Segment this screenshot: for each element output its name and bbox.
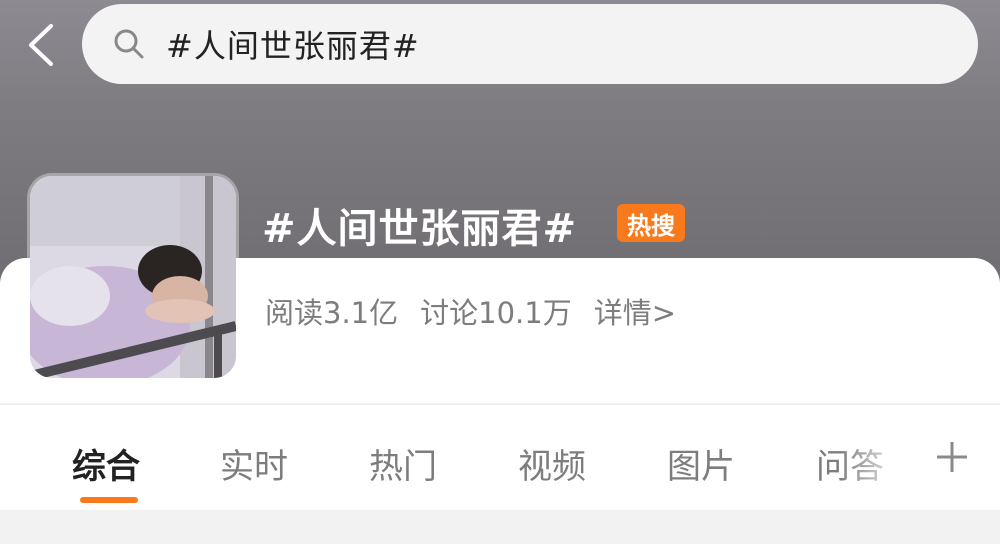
discussion-count: 讨论10.1万	[420, 296, 572, 330]
plus-icon	[937, 442, 967, 472]
tab-realtime[interactable]: 实时	[220, 439, 288, 488]
active-tab-indicator	[80, 497, 138, 503]
tab-hot[interactable]: 热门	[369, 439, 437, 488]
topic-cover-image[interactable]	[30, 176, 236, 378]
back-button[interactable]	[20, 20, 60, 70]
tab-comprehensive[interactable]: 综合	[72, 439, 140, 488]
tab-video[interactable]: 视频	[518, 439, 586, 488]
tab-bar: 综合 实时 热门 视频 图片 问答	[0, 404, 1000, 511]
hot-search-badge: 热搜	[617, 204, 685, 242]
tab-images[interactable]: 图片	[667, 439, 735, 488]
search-query[interactable]: #人间世张丽君#	[166, 21, 420, 67]
search-icon	[112, 26, 148, 62]
chevron-left-icon	[29, 24, 53, 66]
topic-stats: 阅读3.1亿 讨论10.1万 详情>	[265, 290, 676, 332]
more-tabs-button[interactable]	[930, 435, 974, 479]
topic-title: #人间世张丽君#	[262, 206, 578, 252]
tab-overflow-fade	[840, 405, 920, 511]
details-link[interactable]: 详情>	[594, 290, 676, 332]
content-area-top	[0, 510, 1000, 544]
search-bar[interactable]: #人间世张丽君#	[82, 4, 978, 84]
read-count: 阅读3.1亿	[265, 296, 399, 330]
